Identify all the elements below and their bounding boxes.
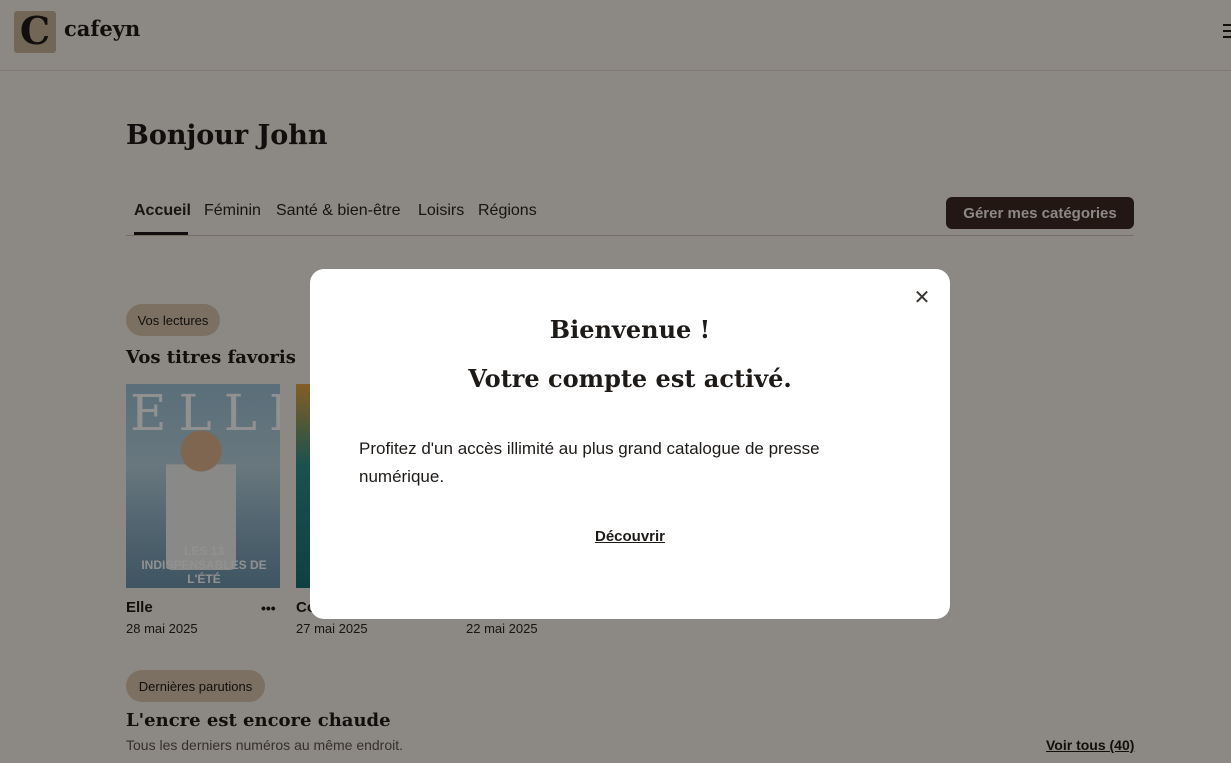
welcome-modal: ✕ Bienvenue ! Votre compte est activé. P… [310,269,950,619]
close-icon[interactable]: ✕ [912,287,932,309]
modal-heading: Bienvenue ! [549,315,711,344]
discover-link[interactable]: Découvrir [310,528,950,545]
modal-subheading: Votre compte est activé. [468,364,792,393]
modal-body-text: Profitez d'un accès illimité au plus gra… [359,439,820,486]
